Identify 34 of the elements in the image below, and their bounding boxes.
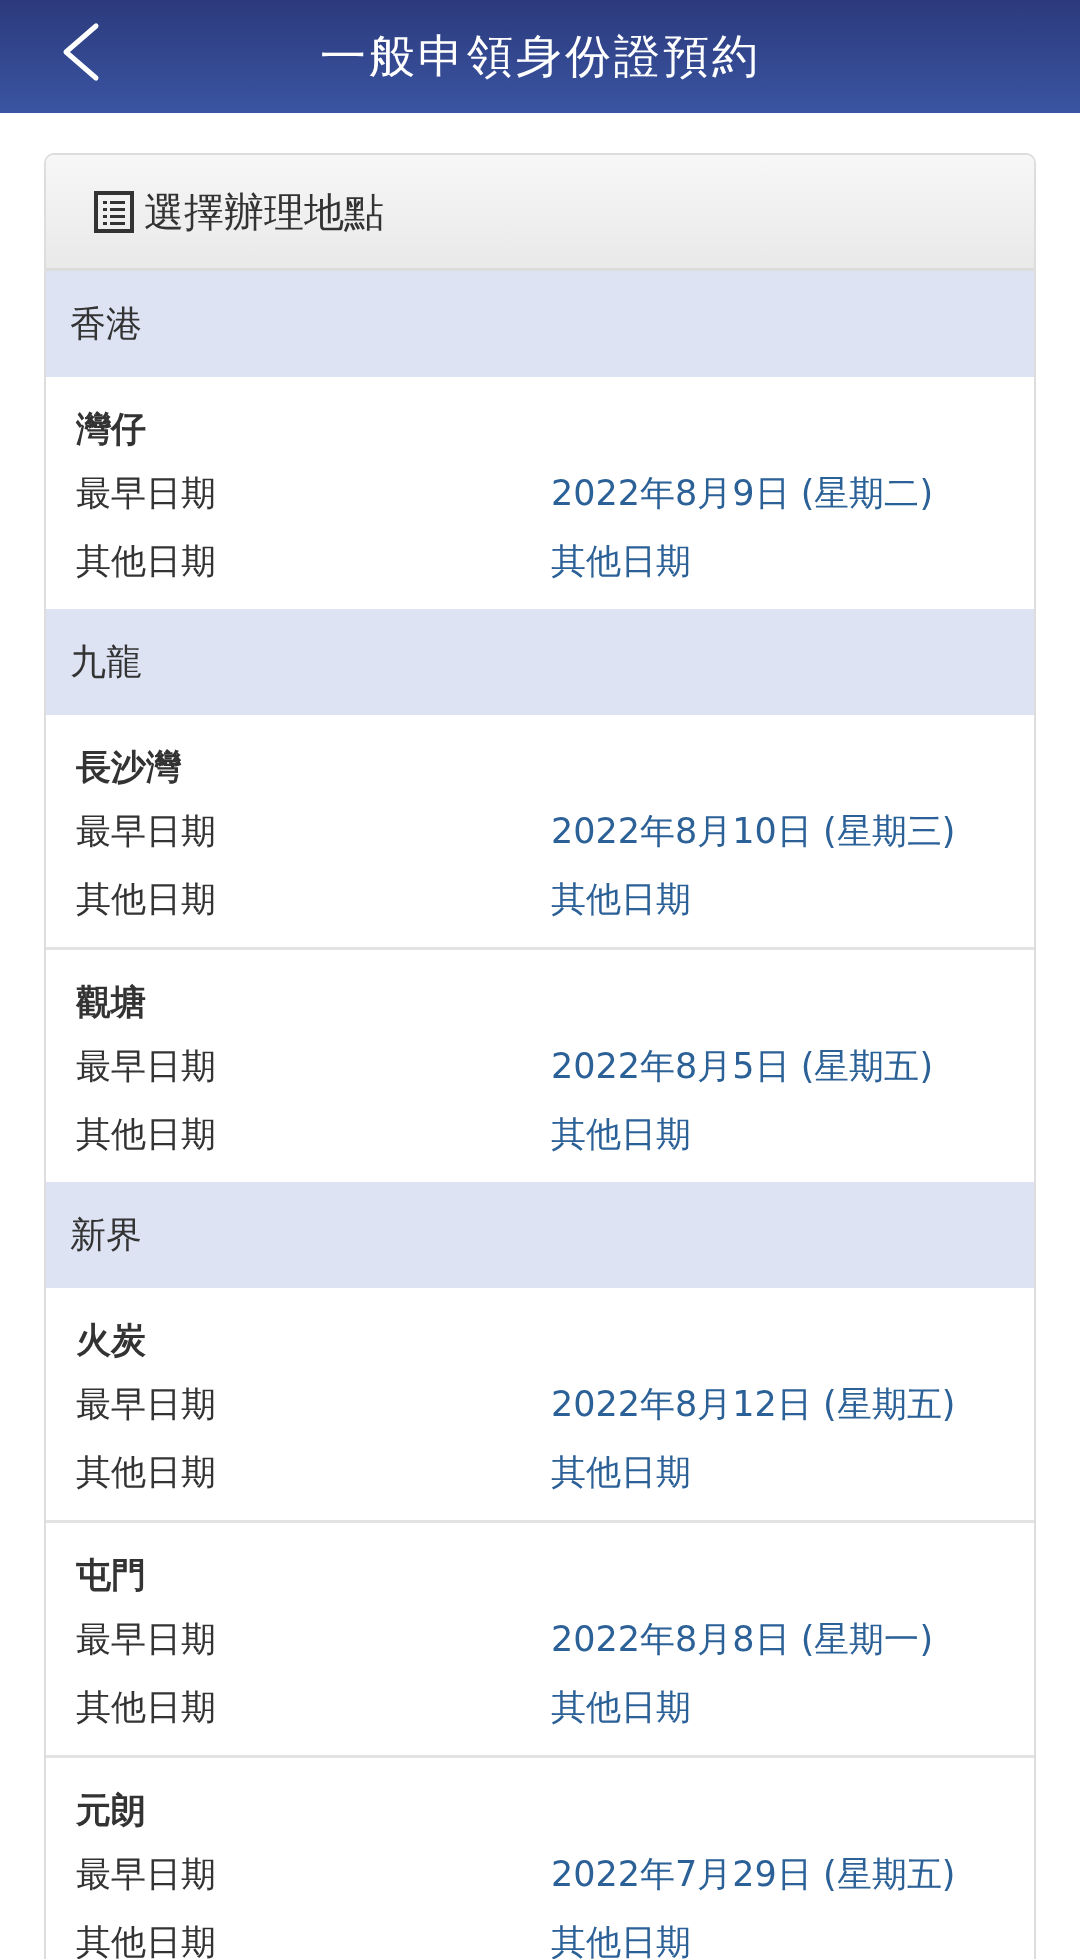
office-name: 觀塘 bbox=[76, 981, 147, 1024]
card-title: 選擇辦理地點 bbox=[144, 187, 384, 237]
date-link[interactable]: 2022年8月9日 (星期二) bbox=[551, 459, 934, 527]
date-link[interactable]: 其他日期 bbox=[551, 1673, 691, 1741]
date-link[interactable]: 其他日期 bbox=[551, 527, 691, 595]
date-label: 其他日期 bbox=[76, 540, 217, 583]
date-link[interactable]: 2022年8月8日 (星期一) bbox=[551, 1605, 934, 1673]
date-label: 其他日期 bbox=[76, 1113, 217, 1156]
region-header: 新界 bbox=[46, 1182, 1034, 1288]
office-name: 灣仔 bbox=[76, 408, 147, 451]
date-link[interactable]: 其他日期 bbox=[551, 1438, 691, 1506]
date-label: 其他日期 bbox=[76, 878, 217, 921]
date-link[interactable]: 其他日期 bbox=[551, 865, 691, 933]
office-name: 屯門 bbox=[76, 1554, 147, 1597]
date-label: 最早日期 bbox=[76, 810, 217, 853]
date-label: 最早日期 bbox=[76, 1045, 217, 1088]
list-icon bbox=[94, 190, 134, 233]
page-title: 一般申領身份證預約 bbox=[319, 28, 761, 85]
date-label: 其他日期 bbox=[76, 1451, 217, 1494]
date-link[interactable]: 2022年7月29日 (星期五) bbox=[551, 1840, 956, 1908]
office-name: 火炭 bbox=[76, 1319, 147, 1362]
date-label: 最早日期 bbox=[76, 1853, 217, 1896]
region-header: 香港 bbox=[46, 271, 1034, 377]
date-link[interactable]: 2022年8月12日 (星期五) bbox=[551, 1370, 956, 1438]
date-label: 最早日期 bbox=[76, 472, 217, 515]
date-label: 最早日期 bbox=[76, 1383, 217, 1426]
date-link[interactable]: 2022年8月10日 (星期三) bbox=[551, 797, 956, 865]
date-label: 其他日期 bbox=[76, 1686, 217, 1729]
office-name: 長沙灣 bbox=[76, 746, 182, 789]
date-link[interactable]: 2022年8月5日 (星期五) bbox=[551, 1032, 934, 1100]
date-link[interactable]: 其他日期 bbox=[551, 1100, 691, 1168]
date-label: 最早日期 bbox=[76, 1618, 217, 1661]
office-name: 元朗 bbox=[76, 1789, 147, 1832]
region-header: 九龍 bbox=[46, 609, 1034, 715]
